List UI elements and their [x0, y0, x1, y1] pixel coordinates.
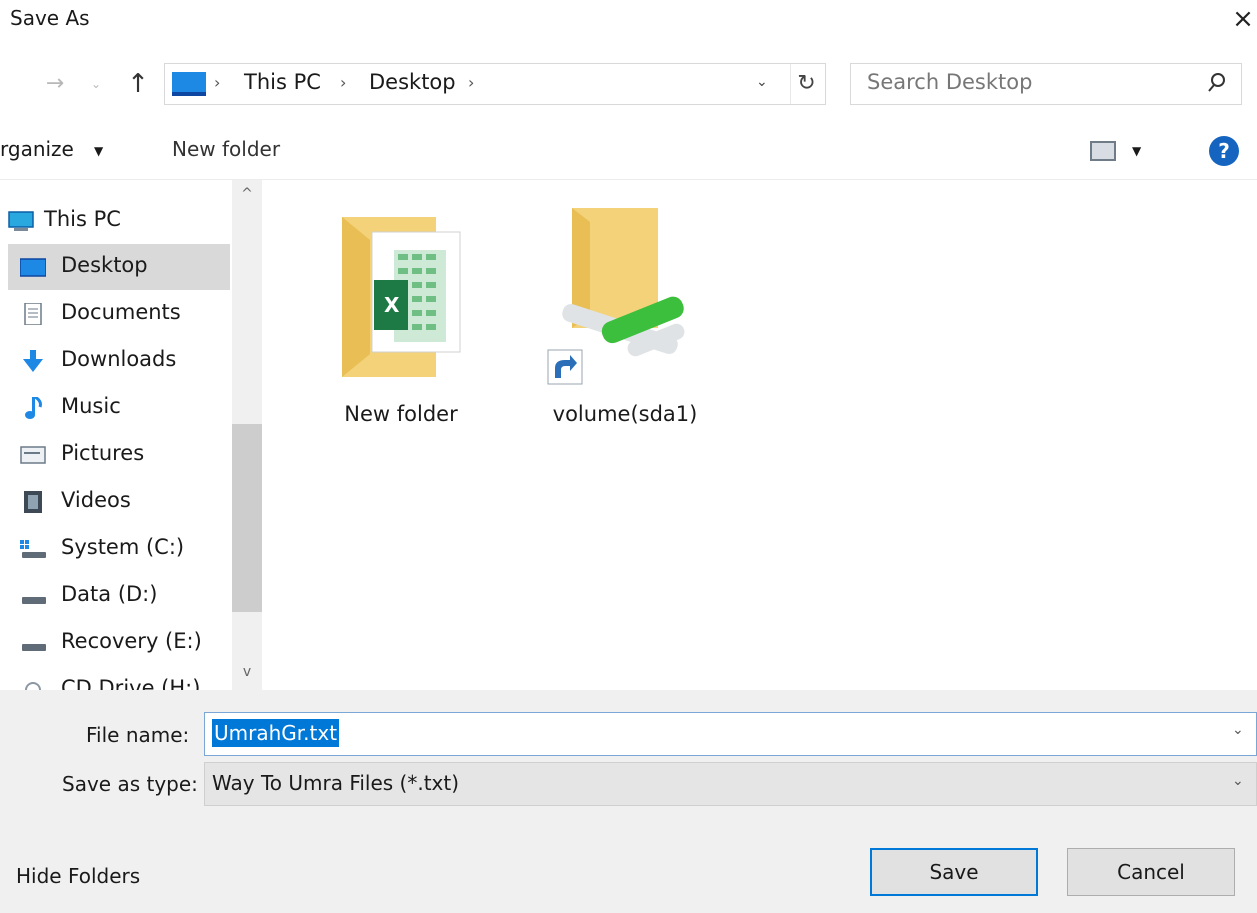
file-name: volume(sda1): [552, 402, 698, 426]
sidebar-scrollbar-thumb[interactable]: [232, 424, 262, 612]
forward-arrow-icon[interactable]: →: [40, 64, 70, 104]
save-as-type-dropdown-icon[interactable]: ⌄: [1232, 773, 1244, 789]
file-name-dropdown-icon[interactable]: ⌄: [1232, 722, 1244, 738]
breadcrumb-desktop[interactable]: Desktop: [369, 70, 456, 94]
sidebar-item-label: CD Drive (H:): [61, 676, 201, 690]
sidebar-item-label: This PC: [44, 207, 121, 231]
file-item-volume-sda1[interactable]: volume(sda1): [530, 192, 720, 426]
breadcrumb-this-pc[interactable]: This PC: [244, 70, 321, 94]
file-item-new-folder[interactable]: X New folder: [306, 192, 496, 426]
window-title: Save As: [10, 6, 90, 30]
sidebar-item-label: Recovery (E:): [61, 629, 202, 653]
search-icon[interactable]: [1203, 68, 1231, 98]
save-as-type-value[interactable]: Way To Umra Files (*.txt): [212, 771, 459, 795]
file-name-value[interactable]: UmrahGr.txt: [212, 719, 340, 747]
sidebar-item-label: Desktop: [61, 253, 148, 277]
change-view-icon[interactable]: [1090, 141, 1116, 161]
sidebar-item-label: Documents: [61, 300, 181, 324]
breadcrumb-separator-icon[interactable]: ›: [468, 73, 474, 92]
desktop-icon: [20, 258, 46, 277]
up-arrow-icon[interactable]: ↑: [120, 64, 156, 104]
new-folder-button[interactable]: New folder: [172, 137, 280, 161]
cd-drive-icon: [25, 682, 41, 690]
drive-icon: [22, 644, 46, 651]
save-as-type-label: Save as type:: [62, 772, 198, 796]
pictures-icon: [20, 446, 46, 464]
folder-with-excel-icon: X: [342, 217, 461, 377]
close-icon[interactable]: ×: [1228, 2, 1257, 36]
sidebar-item-label: Data (D:): [61, 582, 158, 606]
save-button[interactable]: Save: [870, 848, 1038, 896]
sidebar-item-label: Music: [61, 394, 121, 418]
sidebar-item-label: System (C:): [61, 535, 185, 559]
sidebar-item-desktop[interactable]: Desktop: [8, 244, 230, 290]
view-options-caret-icon[interactable]: ▼: [1132, 144, 1141, 158]
system-drive-icon: [20, 540, 46, 558]
downloads-icon: [23, 350, 43, 372]
refresh-icon[interactable]: ↻: [790, 64, 822, 104]
sidebar-item-cd-drive-h[interactable]: CD Drive (H:): [8, 667, 230, 690]
hide-folders-toggle[interactable]: Hide Folders: [16, 864, 140, 888]
sidebar-item-documents[interactable]: Documents: [8, 291, 230, 337]
sidebar-item-label: Pictures: [61, 441, 145, 465]
organize-menu[interactable]: rganize: [0, 137, 74, 161]
documents-icon: [24, 303, 42, 325]
scroll-up-arrow-icon[interactable]: ^: [237, 186, 257, 206]
file-name: New folder: [344, 402, 458, 426]
music-icon: [25, 397, 42, 419]
recent-locations-chevron-icon[interactable]: ⌄: [86, 64, 106, 104]
cancel-button[interactable]: Cancel: [1067, 848, 1235, 896]
file-name-input[interactable]: [204, 712, 1257, 756]
network-share-shortcut-icon: [547, 208, 685, 385]
this-pc-icon: [8, 211, 34, 231]
sidebar-item-system-c[interactable]: System (C:): [8, 526, 230, 572]
sidebar-item-music[interactable]: Music: [8, 385, 230, 431]
sidebar-item-pictures[interactable]: Pictures: [8, 432, 230, 478]
help-icon[interactable]: ?: [1209, 136, 1239, 166]
search-placeholder: Search Desktop: [867, 70, 1033, 94]
drive-icon: [22, 597, 46, 604]
navigation-pane[interactable]: This PC Desktop Documents Downloads Musi…: [0, 180, 264, 690]
sidebar-item-this-pc[interactable]: This PC: [8, 198, 230, 244]
organize-caret-icon[interactable]: ▼: [94, 144, 103, 158]
sidebar-item-recovery-e[interactable]: Recovery (E:): [8, 620, 230, 666]
sidebar-item-downloads[interactable]: Downloads: [8, 338, 230, 384]
address-dropdown-icon[interactable]: ⌄: [756, 74, 768, 90]
sidebar-item-label: Downloads: [61, 347, 177, 371]
breadcrumb-separator-icon[interactable]: ›: [340, 73, 346, 92]
sidebar-item-data-d[interactable]: Data (D:): [8, 573, 230, 619]
file-name-label: File name:: [86, 723, 190, 747]
svg-text:X: X: [384, 293, 400, 317]
videos-icon: [24, 491, 42, 513]
sidebar-item-videos[interactable]: Videos: [8, 479, 230, 525]
scroll-down-arrow-icon[interactable]: v: [237, 664, 257, 684]
this-pc-icon: [172, 72, 206, 96]
sidebar-item-label: Videos: [61, 488, 131, 512]
breadcrumb-separator-icon[interactable]: ›: [214, 73, 220, 92]
